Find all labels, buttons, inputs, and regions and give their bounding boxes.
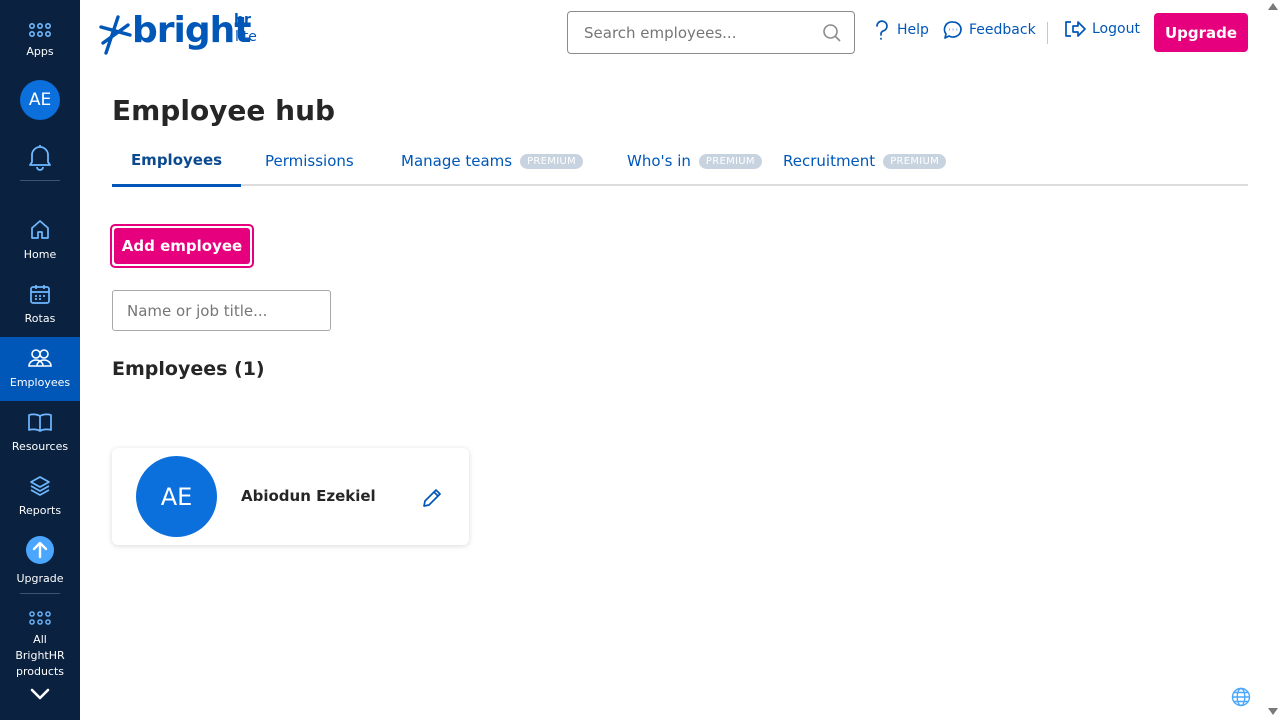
user-avatar[interactable]: AE <box>20 80 60 120</box>
employee-search-box[interactable] <box>567 11 855 54</box>
tab-recruitment[interactable]: Recruitment PREMIUM <box>783 136 947 186</box>
help-icon <box>876 20 888 40</box>
sidebar-item-home[interactable]: Home <box>0 209 80 273</box>
tab-manage-teams[interactable]: Manage teams PREMIUM <box>401 136 584 186</box>
tab-label: Who's in <box>627 152 691 170</box>
apps-grid-icon <box>29 611 51 625</box>
sidebar-item-label: Home <box>23 248 57 261</box>
tab-whos-in[interactable]: Who's in PREMIUM <box>627 136 762 186</box>
feedback-link[interactable]: Feedback <box>943 20 1036 40</box>
chevron-down-icon <box>30 688 50 700</box>
premium-badge: PREMIUM <box>883 153 947 169</box>
employee-filter-box[interactable] <box>112 290 331 331</box>
tab-label: Permissions <box>265 152 354 170</box>
sidebar-item-rotas[interactable]: Rotas <box>0 273 80 337</box>
logout-icon <box>1065 21 1086 37</box>
sidebar-expand-button[interactable] <box>0 682 80 706</box>
logout-label: Logout <box>1092 21 1140 37</box>
scroll-down-arrow[interactable] <box>1268 708 1278 715</box>
logo-lite-text: lite <box>235 29 257 45</box>
add-employee-button[interactable]: Add employee <box>110 224 254 268</box>
sidebar-item-label: Employees <box>9 376 71 389</box>
sidebar: Apps AE Home Rotas Employees Resources R… <box>0 0 80 720</box>
sidebar-item-reports[interactable]: Reports <box>0 465 80 529</box>
book-icon <box>28 413 52 432</box>
upgrade-icon <box>26 536 54 564</box>
feedback-label: Feedback <box>969 22 1036 38</box>
employees-heading: Employees (1) <box>112 358 265 380</box>
apps-label: Apps <box>26 45 54 58</box>
logout-link[interactable]: Logout <box>1064 20 1140 38</box>
tab-label: Recruitment <box>783 152 876 170</box>
sidebar-item-label: Rotas <box>24 312 56 325</box>
logo-text: bright <box>132 10 251 51</box>
search-icon[interactable] <box>822 23 842 43</box>
page-title: Employee hub <box>112 94 336 127</box>
sidebar-divider <box>20 180 60 181</box>
top-bar: bright hr lite Help Feedback Logout Upgr… <box>80 0 1280 66</box>
home-icon <box>31 220 49 239</box>
add-employee-label: Add employee <box>114 228 250 264</box>
sidebar-item-resources[interactable]: Resources <box>0 401 80 465</box>
globe-icon[interactable] <box>1231 687 1251 707</box>
sidebar-item-label: Upgrade <box>16 572 64 585</box>
brighthr-logo[interactable]: bright hr lite <box>98 10 268 58</box>
calendar-icon <box>30 285 50 304</box>
help-label: Help <box>897 22 929 38</box>
sidebar-item-employees[interactable]: Employees <box>0 337 80 401</box>
employee-search-input[interactable] <box>584 23 822 42</box>
upgrade-button[interactable]: Upgrade <box>1154 13 1248 52</box>
tab-label: Employees <box>130 151 223 169</box>
help-link[interactable]: Help <box>873 20 929 40</box>
tab-permissions[interactable]: Permissions <box>265 136 354 186</box>
speech-bubble-icon <box>943 21 962 39</box>
employees-icon <box>28 349 52 367</box>
apps-button[interactable]: Apps <box>0 16 80 66</box>
tab-bar: Employees Permissions Manage teams PREMI… <box>112 136 1248 187</box>
all-products-label: All BrightHR products <box>15 633 65 678</box>
sidebar-item-upgrade[interactable]: Upgrade <box>0 529 80 593</box>
premium-badge: PREMIUM <box>698 153 762 169</box>
sidebar-item-label: Resources <box>11 440 69 453</box>
employee-filter-input[interactable] <box>127 291 316 330</box>
employee-name[interactable]: Abiodun Ezekiel <box>241 487 376 505</box>
tab-employees[interactable]: Employees <box>112 136 241 187</box>
layers-icon <box>30 476 50 496</box>
apps-grid-icon <box>29 22 51 38</box>
sidebar-divider <box>20 593 60 594</box>
header-divider <box>1047 22 1048 44</box>
logo-hr-text: hr <box>234 12 251 28</box>
tab-label: Manage teams <box>401 152 513 170</box>
sidebar-item-label: Reports <box>18 504 62 517</box>
edit-pencil-icon[interactable] <box>420 486 444 510</box>
premium-badge: PREMIUM <box>520 153 584 169</box>
bell-icon <box>29 145 51 171</box>
logo-mark-icon <box>99 15 132 55</box>
all-products-button[interactable]: All BrightHR products <box>0 604 80 680</box>
employee-card[interactable]: AE Abiodun Ezekiel <box>112 448 469 545</box>
scroll-up-arrow[interactable] <box>1268 3 1278 10</box>
notifications-button[interactable] <box>0 138 80 176</box>
employee-avatar: AE <box>136 456 217 537</box>
